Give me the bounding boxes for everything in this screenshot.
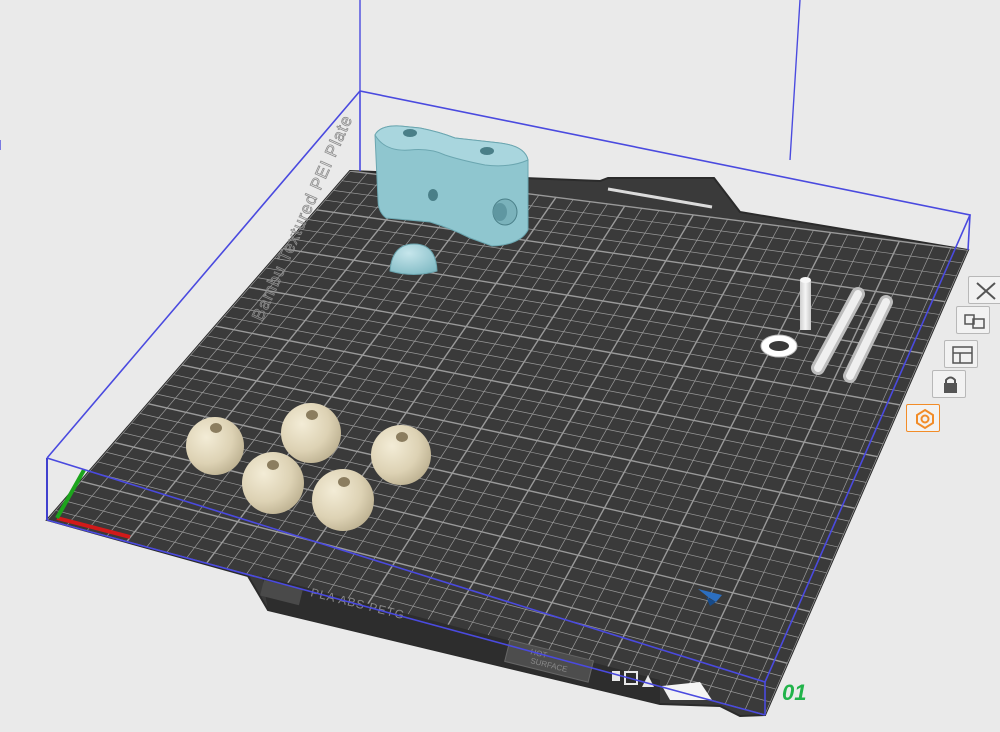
close-icon [976, 282, 996, 300]
lock-icon [944, 376, 957, 393]
sphere-part-1 [186, 417, 244, 475]
build-plate[interactable] [45, 169, 970, 718]
sphere-part-2 [281, 403, 341, 463]
arrange-objects-button[interactable] [956, 306, 990, 334]
3d-viewport[interactable]: Bambu Textured PEI Plate PLA ABS PETG HO… [0, 0, 1000, 732]
plate-number: 01 [782, 680, 806, 705]
plate-settings-button[interactable] [944, 340, 978, 368]
plate-toolbar [904, 274, 1000, 444]
short-pin-part [800, 277, 811, 330]
sphere-part-4 [242, 452, 304, 514]
close-plate-button[interactable] [968, 276, 1000, 304]
auto-orient-button[interactable] [906, 404, 940, 432]
arrange-icon [964, 314, 985, 329]
settings-icon [952, 346, 973, 364]
lock-plate-button[interactable] [932, 370, 966, 398]
sphere-part-5 [312, 469, 374, 531]
washer-part [760, 334, 798, 358]
sphere-part-3 [371, 425, 431, 485]
orient-icon [916, 408, 934, 430]
